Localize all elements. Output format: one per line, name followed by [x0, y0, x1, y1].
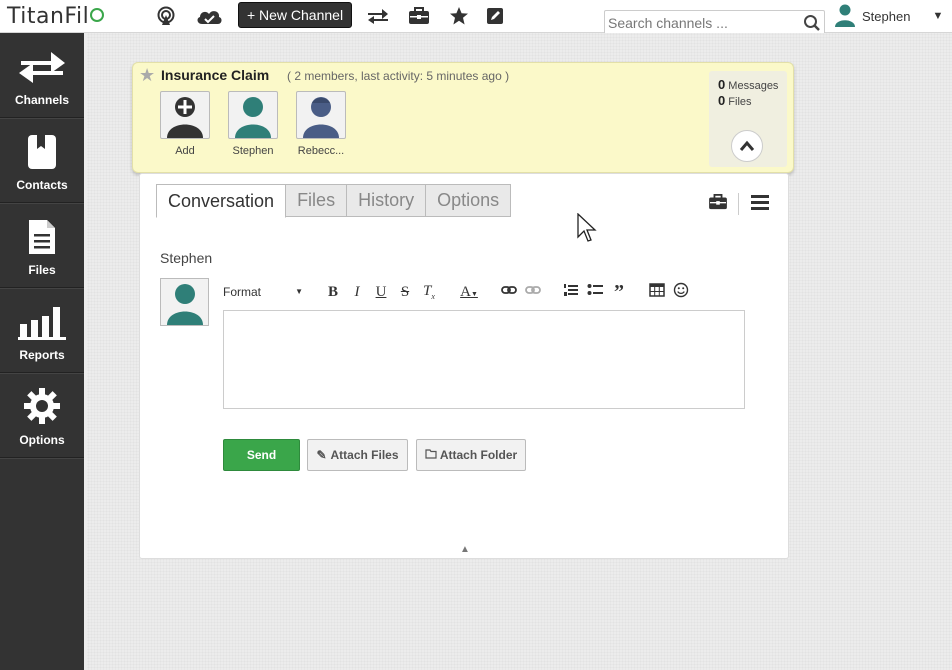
member-label: Add [175, 145, 195, 157]
attach-files-button[interactable]: ✎ Attach Files [307, 439, 408, 471]
italic-button[interactable]: I [345, 284, 369, 301]
mouse-cursor-icon [577, 212, 597, 248]
chevron-up-icon [739, 140, 755, 151]
editor-toolbar: Format ▼ B I U S Tx A▼ ” [223, 282, 693, 302]
sidebar-item-label: Contacts [16, 178, 68, 192]
new-channel-button[interactable]: + New Channel [238, 2, 352, 28]
sidebar-item-label: Channels [14, 93, 69, 107]
sidebar-item-contacts[interactable]: Contacts [0, 118, 84, 203]
link-icon[interactable] [497, 284, 521, 301]
avatar [160, 278, 209, 326]
bar-chart-icon [18, 307, 66, 340]
channel-stats: 0 Messages 0 Files [709, 71, 787, 167]
tab-files[interactable]: Files [285, 184, 348, 217]
caret-down-icon[interactable]: ▼ [932, 10, 943, 22]
messages-stat: 0 Messages [718, 77, 787, 92]
sidebar-item-label: Reports [19, 348, 65, 362]
menu-icon[interactable] [751, 194, 769, 215]
cloud-icon[interactable] [194, 5, 224, 27]
channel-header: ★ Insurance Claim ( 2 members, last acti… [132, 62, 794, 173]
emoji-icon[interactable] [669, 282, 693, 303]
logo-ring-icon [90, 8, 105, 22]
tab-history[interactable]: History [346, 184, 427, 217]
caret-down-icon: ▼ [295, 287, 303, 296]
member-stephen[interactable]: Stephen [228, 91, 278, 157]
add-member-avatar [160, 91, 210, 139]
divider [738, 193, 739, 215]
attach-files-label: Attach Files [330, 448, 399, 462]
user-avatar [834, 3, 856, 30]
bold-button[interactable]: B [321, 284, 345, 301]
avatar [296, 91, 346, 139]
strikethrough-button[interactable]: S [393, 284, 417, 301]
sidebar-item-options[interactable]: Options [0, 373, 84, 458]
format-label: Format [223, 285, 262, 299]
sidebar-item-label: Options [19, 433, 65, 447]
composer-author: Stephen [160, 250, 213, 266]
sidebar-item-label: Files [28, 263, 56, 277]
address-book-icon [28, 135, 56, 169]
message-editor[interactable] [223, 310, 745, 409]
member-label: Stephen [232, 145, 274, 157]
files-label: Files [728, 96, 752, 108]
format-dropdown[interactable]: Format ▼ [223, 285, 303, 299]
star-icon[interactable] [446, 5, 472, 27]
send-button[interactable]: Send [223, 439, 300, 471]
arrows-exchange-icon [19, 52, 65, 83]
files-stat: 0 Files [718, 93, 787, 108]
avatar [228, 91, 278, 139]
search-input[interactable] [608, 14, 798, 32]
sidebar: Channels Contacts Files Reports Options [0, 33, 84, 670]
clear-format-button[interactable]: Tx [417, 283, 441, 301]
document-icon [29, 220, 55, 254]
files-count: 0 [718, 93, 726, 108]
user-menu[interactable]: Stephen ▼ [834, 3, 943, 29]
member-label: Rebecc... [297, 145, 345, 157]
sidebar-item-files[interactable]: Files [0, 203, 84, 288]
table-icon[interactable] [645, 282, 669, 302]
collapse-header-button[interactable] [731, 130, 763, 162]
member-rebecca[interactable]: Rebecc... [296, 91, 346, 157]
folder-icon [425, 448, 437, 462]
app-logo[interactable]: TitanFil [7, 4, 105, 29]
unlink-icon[interactable] [521, 284, 545, 301]
underline-button[interactable]: U [369, 284, 393, 301]
briefcase-icon[interactable] [406, 5, 432, 27]
text-color-button[interactable]: A▼ [455, 284, 483, 301]
messages-label: Messages [728, 80, 779, 92]
attach-folder-label: Attach Folder [439, 448, 518, 462]
attach-folder-button[interactable]: Attach Folder [416, 439, 526, 471]
panel-tools [708, 193, 769, 215]
briefcase-icon[interactable] [708, 193, 728, 215]
tab-conversation[interactable]: Conversation [156, 184, 287, 218]
sidebar-item-channels[interactable]: Channels [0, 33, 84, 118]
logo-text: TitanFil [7, 4, 90, 29]
gear-icon [24, 388, 60, 424]
favorite-star-icon[interactable]: ★ [139, 65, 155, 86]
channel-meta: ( 2 members, last activity: 5 minutes ag… [287, 69, 510, 83]
tab-bar: Conversation Files History Options [156, 184, 512, 218]
add-member-button[interactable]: Add [160, 91, 210, 157]
messages-count: 0 [718, 77, 726, 92]
radar-icon[interactable] [153, 5, 179, 27]
user-name: Stephen [862, 8, 911, 24]
sidebar-item-reports[interactable]: Reports [0, 288, 84, 373]
conversation-panel: Conversation Files History Options Steph… [139, 173, 789, 559]
bullet-list-icon[interactable] [583, 283, 607, 302]
tab-options[interactable]: Options [425, 184, 512, 217]
top-bar: TitanFil + New Channel Stephen ▼ [0, 0, 952, 36]
edit-icon[interactable] [482, 5, 508, 27]
paperclip-icon: ✎ [316, 448, 327, 462]
blockquote-icon[interactable]: ” [607, 282, 631, 302]
expand-caret-icon[interactable]: ▲ [460, 544, 470, 555]
ordered-list-icon[interactable] [559, 283, 583, 302]
channel-title: Insurance Claim [161, 67, 270, 83]
transfer-icon[interactable] [365, 5, 391, 27]
